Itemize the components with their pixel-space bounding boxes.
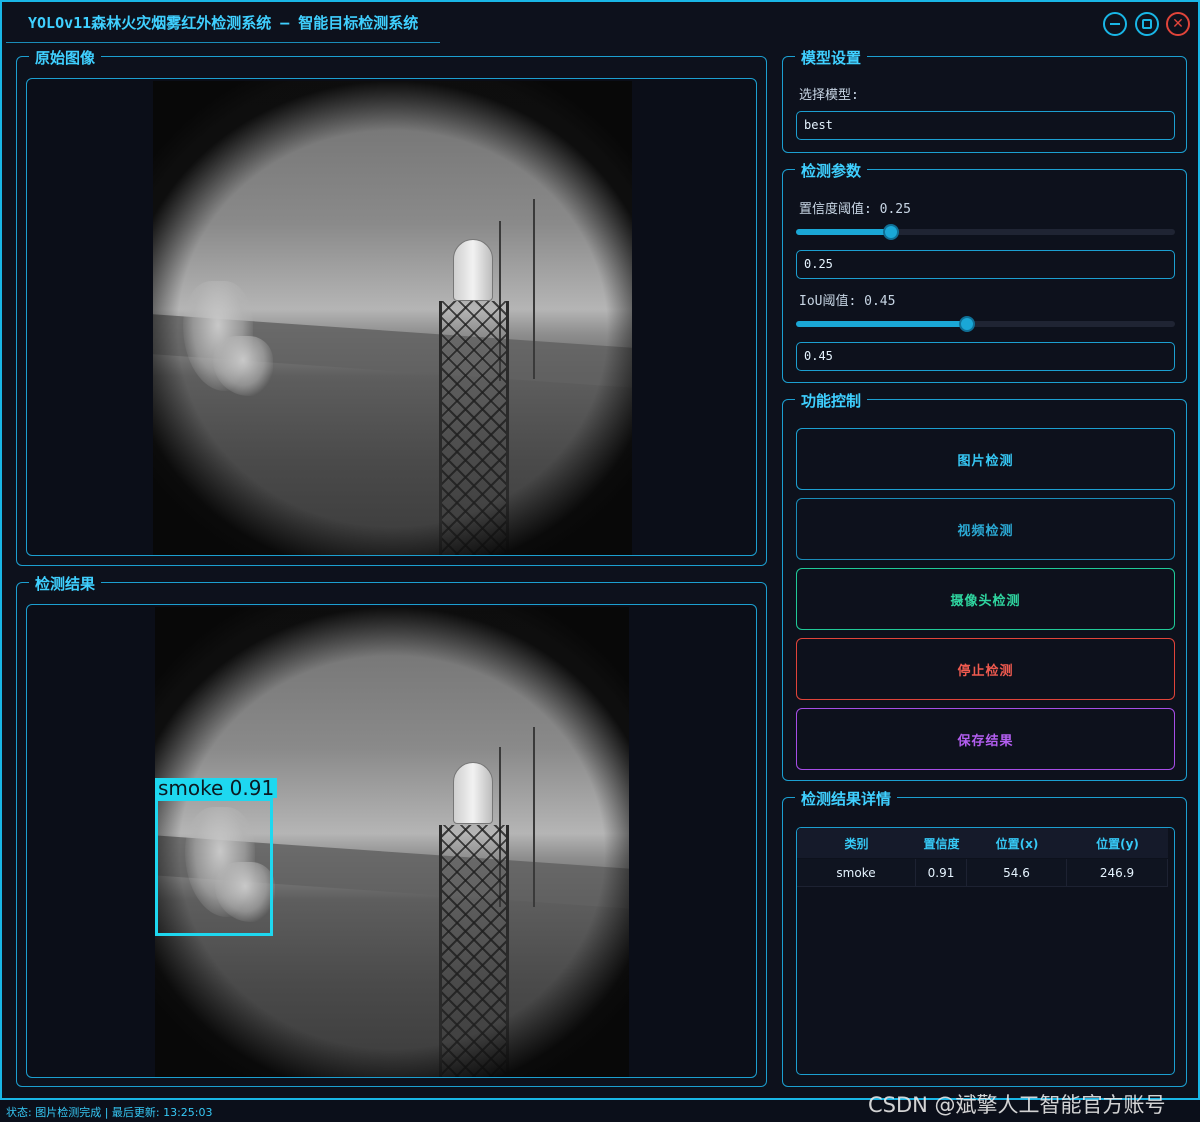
- video-detect-button[interactable]: 视频检测: [796, 498, 1175, 560]
- header-x[interactable]: 位置(x): [967, 828, 1067, 858]
- minimize-button[interactable]: [1103, 12, 1127, 36]
- close-icon: ✕: [1172, 16, 1184, 32]
- original-image-title: 原始图像: [29, 47, 102, 68]
- title-underline: [6, 42, 440, 43]
- detection-params-title: 检测参数: [795, 160, 868, 181]
- table-row[interactable]: smoke 0.91 54.6 246.9: [797, 859, 1168, 887]
- cell-class: smoke: [797, 859, 916, 886]
- close-button[interactable]: ✕: [1166, 12, 1190, 36]
- detection-details-title: 检测结果详情: [795, 788, 898, 809]
- stop-detect-button[interactable]: 停止检测: [796, 638, 1175, 700]
- result-image-frame: smoke 0.91: [26, 604, 757, 1078]
- detection-label: smoke 0.91: [155, 778, 278, 798]
- model-select[interactable]: best: [796, 111, 1175, 140]
- result-image: smoke 0.91: [155, 607, 629, 1077]
- detection-params-panel: 检测参数 置信度阈值: 0.25 0.25 IoU阈值: 0.45 0.45: [782, 160, 1187, 383]
- status-text: 状态: 图片检测完成 | 最后更新: 13:25:03: [6, 1106, 213, 1119]
- header-confidence[interactable]: 置信度: [916, 828, 967, 858]
- iou-slider[interactable]: [796, 316, 1175, 332]
- original-image-panel: 原始图像: [16, 47, 767, 566]
- save-result-button[interactable]: 保存结果: [796, 708, 1175, 770]
- confidence-label: 置信度阈值: 0.25: [799, 202, 911, 217]
- confidence-slider[interactable]: [796, 224, 1175, 240]
- main-window: YOLOv11森林火灾烟雾红外检测系统 – 智能目标检测系统 ✕ 原始图像 检测…: [0, 0, 1200, 1100]
- table-header: 类别 置信度 位置(x) 位置(y): [797, 828, 1168, 858]
- header-class[interactable]: 类别: [797, 828, 916, 858]
- iou-label: IoU阈值: 0.45: [799, 294, 896, 309]
- confidence-slider-handle[interactable]: [883, 224, 899, 240]
- detection-box: [155, 798, 273, 936]
- original-image: [153, 81, 632, 555]
- cell-y: 246.9: [1067, 859, 1168, 886]
- watermark: CSDN @斌擎人工智能官方账号: [868, 1093, 1166, 1117]
- image-detect-button[interactable]: 图片检测: [796, 428, 1175, 490]
- header-y[interactable]: 位置(y): [1067, 828, 1168, 858]
- confidence-input[interactable]: 0.25: [796, 250, 1175, 279]
- confidence-slider-fill: [796, 229, 891, 235]
- title-bar[interactable]: YOLOv11森林火灾烟雾红外检测系统 – 智能目标检测系统 ✕: [2, 2, 1198, 44]
- iou-slider-fill: [796, 321, 967, 327]
- cell-confidence: 0.91: [916, 859, 967, 886]
- window-title: YOLOv11森林火灾烟雾红外检测系统 – 智能目标检测系统: [28, 12, 423, 33]
- maximize-icon: [1142, 19, 1152, 29]
- maximize-button[interactable]: [1135, 12, 1159, 36]
- result-image-title: 检测结果: [29, 573, 102, 594]
- function-control-panel: 功能控制 图片检测 视频检测 摄像头检测 停止检测 保存结果: [782, 390, 1187, 781]
- results-table: 类别 置信度 位置(x) 位置(y) smoke 0.91 54.6 246.9: [796, 827, 1175, 1075]
- minimize-icon: [1110, 23, 1120, 25]
- detection-details-panel: 检测结果详情 类别 置信度 位置(x) 位置(y) smoke 0.91 54.…: [782, 788, 1187, 1087]
- model-settings-title: 模型设置: [795, 47, 868, 68]
- cell-x: 54.6: [967, 859, 1067, 886]
- result-image-panel: 检测结果 smoke 0.91: [16, 573, 767, 1087]
- model-settings-panel: 模型设置 选择模型: best: [782, 47, 1187, 153]
- model-select-label: 选择模型:: [799, 88, 859, 103]
- iou-slider-handle[interactable]: [959, 316, 975, 332]
- camera-detect-button[interactable]: 摄像头检测: [796, 568, 1175, 630]
- iou-input[interactable]: 0.45: [796, 342, 1175, 371]
- function-control-title: 功能控制: [795, 390, 868, 411]
- original-image-frame: [26, 78, 757, 556]
